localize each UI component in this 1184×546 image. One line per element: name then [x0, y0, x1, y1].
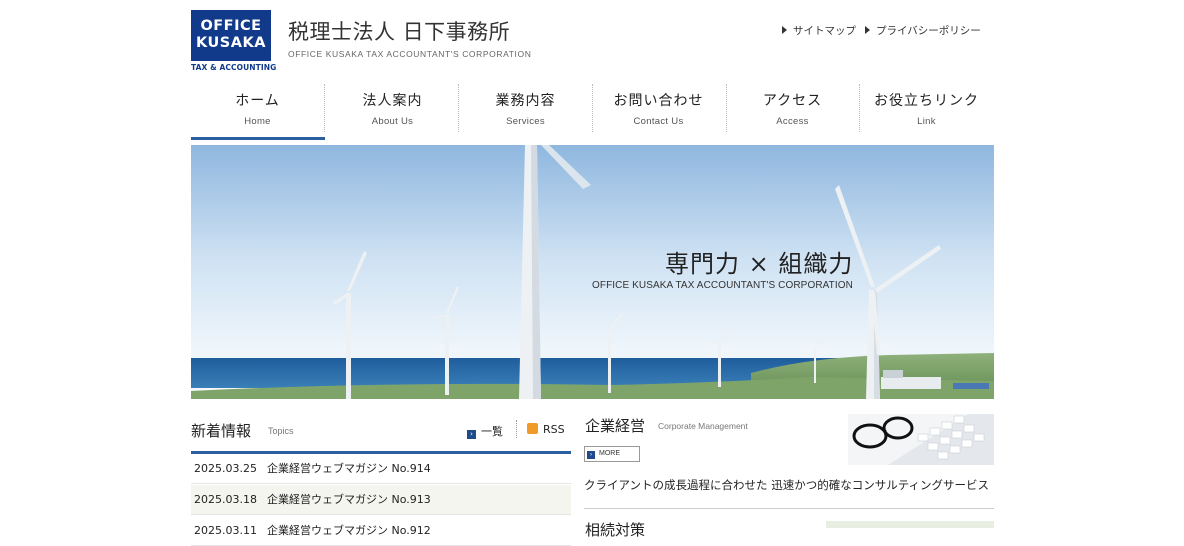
next-section-title: 相続対策 [585, 521, 646, 539]
topics-list-label: 一覧 [481, 425, 503, 438]
triangle-right-icon [865, 26, 870, 34]
rss-icon [527, 423, 538, 434]
wind-turbine-photo [191, 145, 994, 399]
news-title[interactable]: 企業経営ウェブマガジン No.914 [267, 462, 431, 475]
topics-title: 新着情報 [191, 422, 252, 440]
nav-label: ホーム [235, 93, 280, 109]
nav-label-en: Services [506, 116, 545, 127]
nav-label-en: About Us [371, 116, 414, 127]
global-nav: ホーム Home 法人案内 About Us 業務内容 Services お問い… [191, 82, 994, 140]
hero-title: 専門力 × 組織力 [665, 250, 854, 278]
corporate-description: クライアントの成長過程に合わせた 迅速かつ的確なコンサルティングサービス [584, 478, 990, 492]
topics-list-link[interactable]: › 一覧 [467, 423, 503, 439]
logo-tagline: TAX & ACCOUNTING [191, 63, 277, 72]
nav-item-about[interactable]: 法人案内 About Us [326, 82, 459, 140]
plant-image [826, 521, 994, 528]
nav-label-en: Home [244, 116, 271, 127]
hero-subtitle: OFFICE KUSAKA TAX ACCOUNTANT'S CORPORATI… [592, 280, 853, 291]
nav-divider [324, 84, 325, 132]
nav-item-contact[interactable]: お問い合わせ Contact Us [592, 82, 725, 140]
news-title[interactable]: 企業経営ウェブマガジン No.913 [267, 493, 431, 506]
topics-title-en: Topics [268, 426, 294, 436]
nav-item-access[interactable]: アクセス Access [726, 82, 859, 140]
logo-mark[interactable]: OFFICE KUSAKA [191, 10, 271, 61]
nav-item-home[interactable]: ホーム Home [191, 82, 325, 140]
nav-label: 業務内容 [495, 93, 556, 109]
triangle-right-icon [782, 26, 787, 34]
section-divider [584, 508, 994, 509]
logo-line-2: KUSAKA [196, 35, 266, 51]
privacy-policy-label: プライバシーポリシー [876, 25, 981, 37]
divider [516, 420, 517, 438]
corporate-title: 企業経営 [585, 417, 646, 435]
list-item[interactable]: 2025.03.18 企業経営ウェブマガジン No.913 [191, 485, 571, 515]
rss-label: RSS [543, 423, 565, 436]
nav-label: お問い合わせ [613, 93, 704, 109]
nav-label-en: Contact Us [633, 116, 684, 127]
nav-item-link[interactable]: お役立ちリンク Link [860, 82, 993, 140]
list-item[interactable]: 2025.03.25 企業経営ウェブマガジン No.914 [191, 454, 571, 484]
nav-label: 法人案内 [362, 93, 423, 109]
nav-label-en: Access [776, 116, 809, 127]
nav-item-services[interactable]: 業務内容 Services [459, 82, 592, 140]
site-subtitle: OFFICE KUSAKA TAX ACCOUNTANT'S CORPORATI… [288, 49, 532, 59]
hero-banner: 専門力 × 組織力 OFFICE KUSAKA TAX ACCOUNTANT'S… [191, 145, 994, 399]
rss-link[interactable]: RSS [527, 423, 565, 436]
sitemap-label: サイトマップ [793, 25, 856, 37]
news-title[interactable]: 企業経営ウェブマガジン No.912 [267, 524, 431, 537]
nav-label: アクセス [762, 93, 823, 109]
topics-header: 新着情報 Topics › 一覧 RSS [191, 418, 571, 454]
site-logo[interactable]: OFFICE KUSAKA TAX & ACCOUNTING [191, 10, 277, 72]
list-item[interactable]: 2025.03.11 企業経営ウェブマガジン No.912 [191, 516, 571, 546]
more-button[interactable]: › MORE [584, 446, 640, 462]
news-date: 2025.03.18 [194, 493, 257, 506]
chevron-right-icon: › [467, 430, 476, 439]
more-label: MORE [599, 450, 620, 457]
active-indicator [191, 137, 325, 140]
nav-label-en: Link [917, 116, 936, 127]
corporate-title-en: Corporate Management [658, 421, 748, 431]
glasses-keyboard-image [848, 414, 994, 465]
site-title: 税理士法人 日下事務所 [288, 20, 511, 44]
chevron-right-icon: › [587, 451, 595, 459]
nav-label: お役立ちリンク [874, 93, 979, 109]
sitemap-link[interactable]: サイトマップ [782, 23, 856, 38]
news-date: 2025.03.11 [194, 524, 257, 537]
privacy-policy-link[interactable]: プライバシーポリシー [865, 23, 981, 38]
news-date: 2025.03.25 [194, 462, 257, 475]
logo-line-1: OFFICE [200, 18, 262, 34]
